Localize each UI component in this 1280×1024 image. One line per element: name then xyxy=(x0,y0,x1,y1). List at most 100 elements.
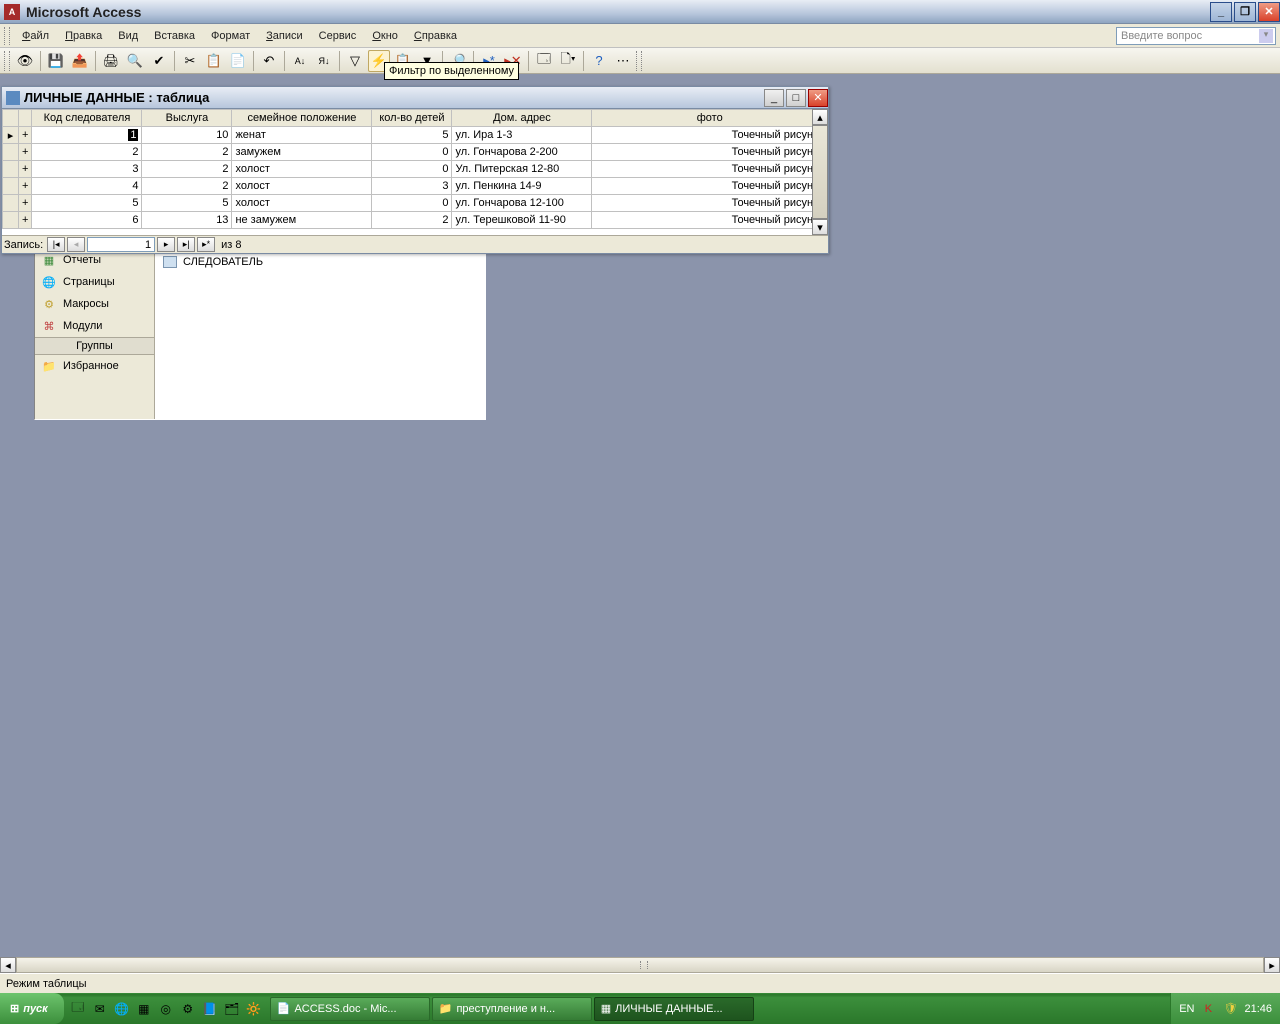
modules-icon: ⌘ xyxy=(41,318,57,334)
ask-question-input[interactable]: Введите вопрос ▾ xyxy=(1116,27,1276,45)
undo-button[interactable]: ↶ xyxy=(258,50,280,72)
more-button[interactable]: ⋯ xyxy=(612,50,634,72)
ql-icon[interactable]: 🗔 xyxy=(68,998,88,1020)
table-row[interactable]: +55холост0ул. Гончарова 12-100Точечный р… xyxy=(3,195,828,212)
list-item-sledovatel[interactable]: СЛЕДОВАТЕЛЬ xyxy=(159,253,481,271)
sort-asc-button[interactable]: А↓ xyxy=(289,50,311,72)
ask-dropdown-icon[interactable]: ▾ xyxy=(1259,29,1273,43)
menu-file[interactable]: Файл xyxy=(14,28,57,44)
record-navigator: Запись: |◂ ◂ ▸ ▸| ▸* из 8 xyxy=(2,235,828,253)
col-header[interactable]: Выслуга xyxy=(142,110,232,127)
minimize-button[interactable]: _ xyxy=(1210,2,1232,22)
save-button[interactable]: 💾 xyxy=(45,50,67,72)
sort-desc-button[interactable]: Я↓ xyxy=(313,50,335,72)
nav-prev-button[interactable]: ◂ xyxy=(67,237,85,252)
toolbar-grip-end[interactable] xyxy=(636,51,642,71)
sheet-close-button[interactable]: ✕ xyxy=(808,89,828,107)
table-row[interactable]: +22замужем0ул. Гончарова 2-200Точечный р… xyxy=(3,144,828,161)
tray-icon[interactable]: K xyxy=(1200,1001,1216,1017)
start-label: пуск xyxy=(23,1003,48,1015)
ql-icon[interactable]: 🗂 xyxy=(222,998,242,1020)
table-row[interactable]: +32холост0Ул. Питерская 12-80Точечный ри… xyxy=(3,161,828,178)
scroll-thumb[interactable] xyxy=(812,125,828,219)
nav-pages[interactable]: 🌐Страницы xyxy=(35,271,154,293)
status-text: Режим таблицы xyxy=(6,978,87,990)
view-button[interactable]: 👁 xyxy=(14,50,36,72)
menu-service[interactable]: Сервис xyxy=(311,28,365,44)
hscroll-left-button[interactable]: ◂ xyxy=(0,957,16,973)
database-window-button[interactable]: 🗔 xyxy=(533,50,555,72)
sheet-minimize-button[interactable]: _ xyxy=(764,89,784,107)
nav-favorites[interactable]: 📁Избранное xyxy=(35,355,154,377)
menu-format[interactable]: Формат xyxy=(203,28,258,44)
nav-favorites-label: Избранное xyxy=(63,360,119,372)
app-title: Microsoft Access xyxy=(26,4,141,20)
database-panel: ▦Отчеты 🌐Страницы ⚙Макросы ⌘Модули Групп… xyxy=(34,248,486,420)
nav-modules[interactable]: ⌘Модули xyxy=(35,315,154,337)
menu-window[interactable]: Окно xyxy=(364,28,406,44)
main-horizontal-scrollbar[interactable]: ◂ ▸ xyxy=(0,957,1280,973)
ql-icon[interactable]: ▦ xyxy=(134,998,154,1020)
menu-view[interactable]: Вид xyxy=(110,28,146,44)
record-number-input[interactable] xyxy=(87,237,155,252)
taskbar-task-active[interactable]: ▦ЛИЧНЫЕ ДАННЫЕ... xyxy=(594,997,754,1021)
ask-placeholder: Введите вопрос xyxy=(1121,30,1202,42)
hscroll-right-button[interactable]: ▸ xyxy=(1264,957,1280,973)
restore-button[interactable]: ❐ xyxy=(1234,2,1256,22)
export-button[interactable]: 📤 xyxy=(69,50,91,72)
cut-button[interactable]: ✂ xyxy=(179,50,201,72)
col-header[interactable]: фото xyxy=(592,110,828,127)
col-header[interactable]: Код следователя xyxy=(32,110,142,127)
ql-icon[interactable]: ◎ xyxy=(156,998,176,1020)
nav-first-button[interactable]: |◂ xyxy=(47,237,65,252)
table-row[interactable]: ▸+110женат5ул. Ира 1-3Точечный рисунок xyxy=(3,127,828,144)
lang-indicator[interactable]: EN xyxy=(1179,1003,1194,1015)
paste-button[interactable]: 📄 xyxy=(227,50,249,72)
ql-icon[interactable]: 🌐 xyxy=(112,998,132,1020)
help-button[interactable]: ? xyxy=(588,50,610,72)
taskbar-task[interactable]: 📁преступление и н... xyxy=(432,997,592,1021)
ql-icon[interactable]: 🔆 xyxy=(244,998,264,1020)
row-header-corner[interactable] xyxy=(3,110,19,127)
start-button[interactable]: ⊞ пуск xyxy=(0,993,64,1024)
new-object-button[interactable]: 🗋▾ xyxy=(557,50,579,72)
col-header[interactable]: Дом. адрес xyxy=(452,110,592,127)
statusbar: Режим таблицы xyxy=(0,973,1280,993)
menu-records[interactable]: Записи xyxy=(258,28,311,44)
scroll-down-button[interactable]: ▾ xyxy=(812,219,828,235)
nav-next-button[interactable]: ▸ xyxy=(157,237,175,252)
ql-icon[interactable]: ⚙ xyxy=(178,998,198,1020)
nav-last-button[interactable]: ▸| xyxy=(177,237,195,252)
col-header[interactable]: кол-во детей xyxy=(372,110,452,127)
close-button[interactable]: ✕ xyxy=(1258,2,1280,22)
table-row[interactable]: +42холост3ул. Пенкина 14-9Точечный рисун… xyxy=(3,178,828,195)
nav-new-button[interactable]: ▸* xyxy=(197,237,215,252)
toolbar-grip[interactable] xyxy=(4,51,10,71)
nav-groups-header: Группы xyxy=(35,337,154,355)
task-label: ЛИЧНЫЕ ДАННЫЕ... xyxy=(615,1003,722,1015)
vertical-scrollbar[interactable]: ▴ ▾ xyxy=(812,109,828,235)
datasheet-titlebar[interactable]: ЛИЧНЫЕ ДАННЫЕ : таблица _ □ ✕ xyxy=(2,87,828,109)
print-preview-button[interactable]: 🔍 xyxy=(124,50,146,72)
tray-icon[interactable]: 🛡 xyxy=(1222,1001,1238,1017)
copy-button[interactable]: 📋 xyxy=(203,50,225,72)
clock[interactable]: 21:46 xyxy=(1244,1003,1272,1015)
ql-icon[interactable]: ✉ xyxy=(90,998,110,1020)
print-button[interactable]: 🖨 xyxy=(100,50,122,72)
menu-insert[interactable]: Вставка xyxy=(146,28,203,44)
col-header[interactable]: семейное положение xyxy=(232,110,372,127)
nav-macros[interactable]: ⚙Макросы xyxy=(35,293,154,315)
spellcheck-button[interactable]: ✔ xyxy=(148,50,170,72)
menubar-grip[interactable] xyxy=(4,27,10,45)
filter-funnel-button[interactable]: ▽ xyxy=(344,50,366,72)
table-row[interactable]: +613не замужем2ул. Терешковой 11-90Точеч… xyxy=(3,212,828,229)
menu-help[interactable]: Справка xyxy=(406,28,465,44)
taskbar-task[interactable]: 📄ACCESS.doc - Mic... xyxy=(270,997,430,1021)
menu-edit[interactable]: Правка xyxy=(57,28,110,44)
quicklaunch: 🗔 ✉ 🌐 ▦ ◎ ⚙ 📘 🗂 🔆 xyxy=(68,998,264,1020)
hscroll-track[interactable] xyxy=(16,957,1264,973)
hscroll-thumb[interactable] xyxy=(16,957,1264,973)
ql-icon[interactable]: 📘 xyxy=(200,998,220,1020)
scroll-up-button[interactable]: ▴ xyxy=(812,109,828,125)
sheet-maximize-button[interactable]: □ xyxy=(786,89,806,107)
